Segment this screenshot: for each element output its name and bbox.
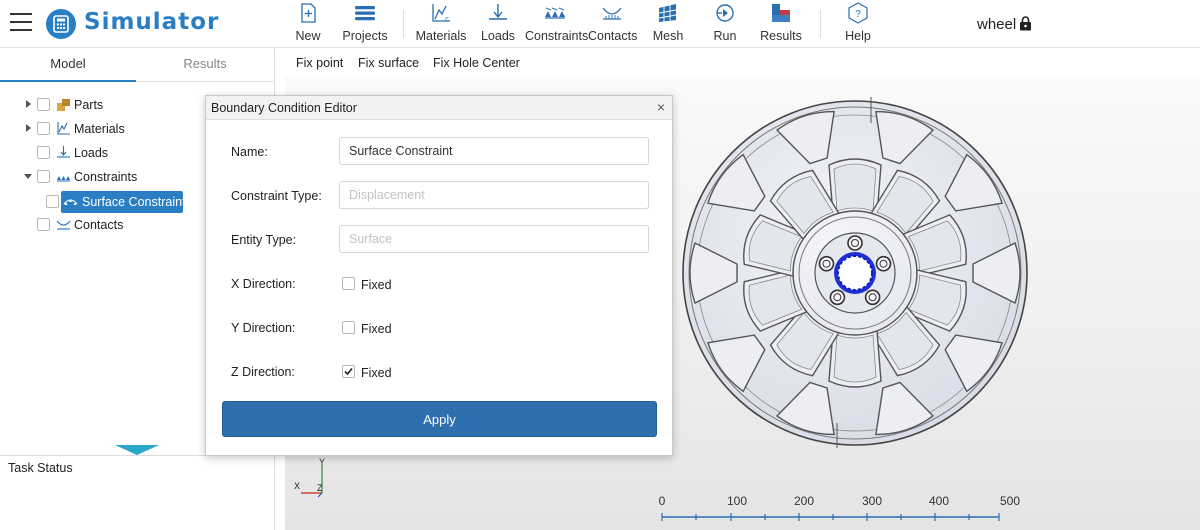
- axis-triad-icon: Y X Z: [294, 457, 325, 498]
- wheel-model[interactable]: [675, 93, 1035, 453]
- constraint-type-field[interactable]: [339, 181, 649, 209]
- collapse-arrow-icon[interactable]: [24, 174, 32, 179]
- axis-x-label: X: [294, 481, 300, 491]
- tab-results[interactable]: Results: [136, 49, 274, 82]
- results-icon: [772, 4, 790, 22]
- svg-text:ε: ε: [445, 15, 449, 23]
- toolbar-materials-button[interactable]: ε Materials: [415, 2, 467, 46]
- toolbar-constraints-button[interactable]: Constraints: [525, 2, 588, 46]
- tree-item-materials[interactable]: Materials: [24, 119, 224, 139]
- constraints-icon: [545, 7, 565, 19]
- toolbar-loads-button[interactable]: Loads: [480, 2, 516, 46]
- y-direction-label: Y Direction:: [231, 321, 296, 335]
- mesh-icon: [658, 4, 677, 22]
- scale-tick-label: 0: [659, 494, 666, 508]
- fix-point-button[interactable]: Fix point: [296, 56, 343, 70]
- tree-checkbox[interactable]: [37, 146, 50, 159]
- close-icon[interactable]: ×: [657, 99, 665, 115]
- apply-button[interactable]: Apply: [222, 401, 657, 437]
- lock-icon[interactable]: [1019, 16, 1032, 31]
- z-direction-checkbox[interactable]: [342, 365, 355, 378]
- help-icon: ?: [848, 2, 868, 24]
- toolbar-projects-button[interactable]: Projects: [340, 2, 390, 46]
- dialog-title: Boundary Condition Editor: [211, 101, 357, 115]
- contacts-icon: [56, 220, 71, 230]
- toolbar-run-button[interactable]: Run: [710, 2, 740, 46]
- z-direction-label: Z Direction:: [231, 365, 295, 379]
- toolbar-contacts-button[interactable]: Contacts: [588, 2, 637, 46]
- toolbar-new-button[interactable]: New: [292, 2, 324, 46]
- surface-constraint-icon: [63, 199, 78, 205]
- constraint-type-label: Constraint Type:: [231, 189, 322, 203]
- axis-z-label: Z: [317, 483, 323, 493]
- tree-checkbox[interactable]: [37, 98, 50, 111]
- entity-type-field[interactable]: [339, 225, 649, 253]
- selected-highlight: Surface Constraint: [61, 191, 186, 213]
- panel-tabs: Model Results: [0, 49, 274, 82]
- fix-surface-button[interactable]: Fix surface: [358, 56, 419, 70]
- new-file-icon: [301, 3, 316, 23]
- toolbar-help-button[interactable]: ? Help: [842, 2, 874, 46]
- toolbar-separator: [820, 10, 821, 38]
- tree-item-loads[interactable]: Loads: [24, 143, 224, 163]
- materials-icon: [57, 122, 70, 135]
- tree-checkbox[interactable]: [37, 122, 50, 135]
- calculator-logo-icon: [46, 9, 76, 39]
- entity-type-label: Entity Type:: [231, 233, 297, 247]
- contacts-icon: [602, 7, 622, 20]
- expand-arrow-icon[interactable]: [26, 124, 31, 132]
- tree-checkbox[interactable]: [37, 170, 50, 183]
- x-direction-checkbox[interactable]: [342, 277, 355, 290]
- constraints-icon: [57, 176, 70, 182]
- toolbar-separator: [403, 10, 404, 38]
- run-icon: [716, 4, 734, 22]
- constraint-subtoolbar: Fix point Fix surface Fix Hole Center: [285, 49, 1200, 77]
- scale-tick-label: 100: [727, 494, 747, 508]
- scale-tick-label: 300: [862, 494, 882, 508]
- boundary-condition-editor-dialog: Boundary Condition Editor × Name: Constr…: [205, 95, 673, 456]
- app-title: Simulator: [84, 9, 220, 35]
- name-field[interactable]: [339, 137, 649, 165]
- scale-tick-label: 500: [1000, 494, 1020, 508]
- tree-item-surface-constraint[interactable]: Surface Constraint: [46, 191, 186, 213]
- toolbar-results-button[interactable]: Results: [760, 2, 802, 46]
- expand-arrow-icon[interactable]: [26, 100, 31, 108]
- checkmark-icon: [344, 367, 353, 376]
- loads-icon: [489, 4, 507, 20]
- tree-checkbox[interactable]: [37, 218, 50, 231]
- tree-item-contacts[interactable]: Contacts: [24, 215, 224, 235]
- tab-model[interactable]: Model: [0, 49, 136, 82]
- project-name: wheel: [977, 16, 1017, 33]
- fix-hole-center-button[interactable]: Fix Hole Center: [433, 56, 520, 70]
- loads-icon: [57, 146, 70, 158]
- y-direction-option: Fixed: [361, 322, 392, 336]
- parts-icon: [57, 99, 70, 111]
- toolbar-mesh-button[interactable]: Mesh: [652, 2, 684, 46]
- app-header: Simulator New Projects ε Materials Loads…: [0, 0, 1200, 48]
- materials-icon: ε: [432, 4, 450, 23]
- scale-tick-label: 400: [929, 494, 949, 508]
- panel-resize-handle[interactable]: [115, 445, 159, 455]
- projects-icon: [355, 6, 375, 21]
- y-direction-checkbox[interactable]: [342, 321, 355, 334]
- x-direction-label: X Direction:: [231, 277, 296, 291]
- menu-icon[interactable]: [10, 13, 32, 33]
- z-direction-option: Fixed: [361, 366, 392, 380]
- name-label: Name:: [231, 145, 268, 159]
- svg-text:?: ?: [855, 9, 861, 20]
- axis-y-label: Y: [319, 457, 325, 467]
- scale-tick-label: 200: [794, 494, 814, 508]
- dialog-header[interactable]: Boundary Condition Editor ×: [206, 96, 672, 120]
- tree-item-parts[interactable]: Parts: [24, 95, 224, 115]
- tree-checkbox[interactable]: [46, 195, 59, 208]
- task-status-label: Task Status: [8, 461, 73, 475]
- scale-bar: 0 100 200 300 400 500: [659, 494, 1020, 521]
- tree-item-constraints[interactable]: Constraints: [24, 167, 224, 187]
- x-direction-option: Fixed: [361, 278, 392, 292]
